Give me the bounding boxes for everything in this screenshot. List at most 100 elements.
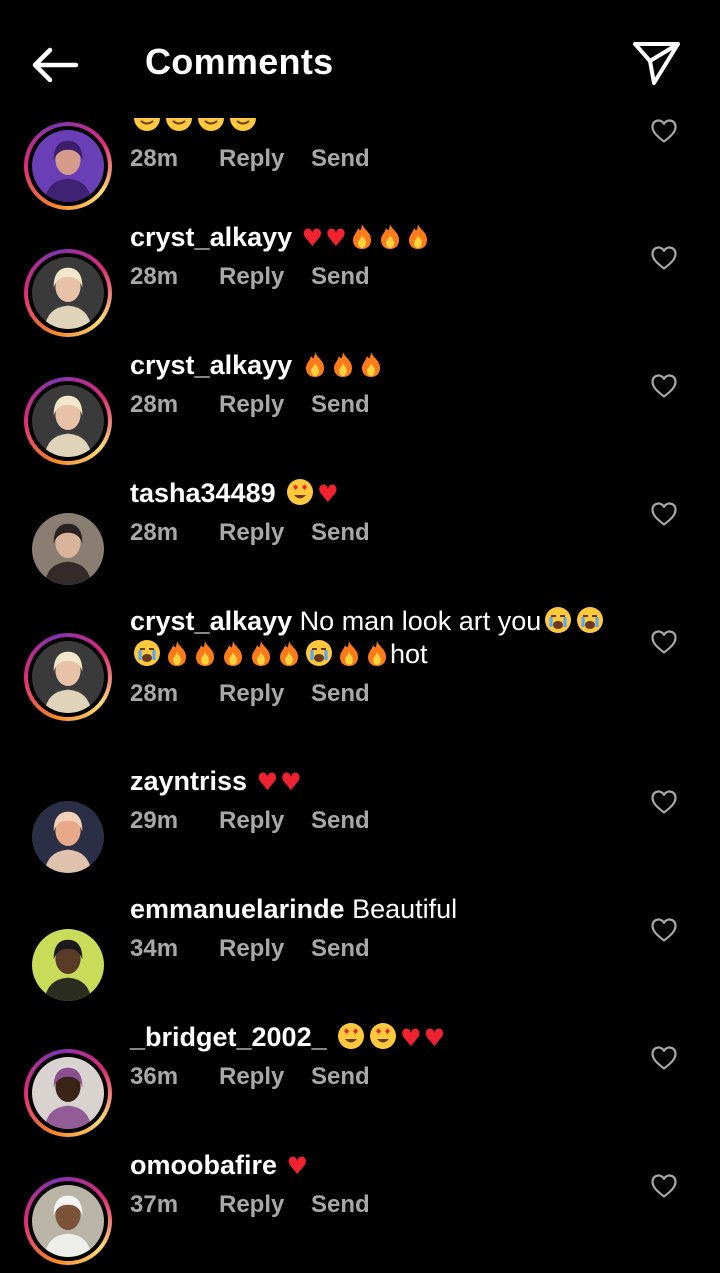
avatar[interactable] bbox=[24, 633, 112, 721]
like-button[interactable] bbox=[650, 629, 678, 655]
send-button[interactable]: Send bbox=[311, 806, 370, 836]
reply-button[interactable]: Reply bbox=[219, 806, 311, 836]
comment-meta: 34m Reply Send bbox=[130, 934, 620, 964]
fire-emoji-icon bbox=[336, 639, 362, 670]
reply-button[interactable]: Reply bbox=[219, 1190, 311, 1220]
comment-body: No man look art you bbox=[299, 606, 542, 636]
reply-button[interactable]: Reply bbox=[219, 390, 311, 420]
heart-eyes-emoji-icon bbox=[336, 1021, 366, 1053]
reply-button[interactable]: Reply bbox=[219, 144, 311, 174]
heart-emoji-icon: ♥ bbox=[286, 1152, 309, 1180]
comment-content: cryst_alkayy 28m Reply Send bbox=[130, 349, 620, 420]
comment-username[interactable]: cryst_alkayy bbox=[130, 350, 292, 380]
send-button[interactable]: Send bbox=[311, 518, 370, 548]
reply-button[interactable]: Reply bbox=[219, 518, 311, 548]
comment-text-line: cryst_alkayy ♥♥ bbox=[130, 221, 620, 254]
comment-timestamp: 29m bbox=[130, 807, 179, 834]
comment-username[interactable]: cryst_alkayy bbox=[130, 606, 292, 636]
avatar-man-white-shirt-icon bbox=[32, 1185, 104, 1257]
fire-emoji-icon bbox=[302, 350, 328, 381]
comment-content: zayntriss ♥♥ 29m Reply Send bbox=[130, 765, 620, 836]
avatar[interactable] bbox=[24, 249, 112, 337]
like-button[interactable] bbox=[650, 1173, 678, 1199]
crying-emoji-icon bbox=[575, 605, 605, 637]
reply-button[interactable]: Reply bbox=[219, 1062, 311, 1092]
like-button[interactable] bbox=[650, 917, 678, 943]
comment-content: _bridget_2002_ ♥♥ 36m Reply Send bbox=[130, 1021, 620, 1092]
comment-username[interactable]: tasha34489 bbox=[130, 478, 276, 508]
avatar-woman-blonde-icon bbox=[32, 257, 104, 329]
avatar[interactable] bbox=[24, 1177, 112, 1265]
comment-username[interactable]: _bridget_2002_ bbox=[130, 1022, 327, 1052]
reply-button[interactable]: Reply bbox=[219, 679, 311, 709]
fire-emoji-icon bbox=[358, 350, 384, 381]
comment-body: hot bbox=[390, 639, 428, 669]
heart-emoji-icon: ♥ bbox=[301, 224, 324, 252]
fire-emoji-icon bbox=[192, 639, 218, 670]
back-button[interactable] bbox=[26, 40, 86, 90]
comment-username[interactable]: omoobafire bbox=[130, 1150, 277, 1180]
fire-emoji-icon bbox=[220, 639, 246, 670]
fire-emoji-icon bbox=[164, 639, 190, 670]
heart-emoji-icon: ♥ bbox=[317, 480, 339, 508]
send-button[interactable]: Send bbox=[311, 262, 370, 292]
reply-button[interactable]: Reply bbox=[219, 262, 311, 292]
comment-username[interactable]: cryst_alkayy bbox=[130, 222, 292, 252]
avatar[interactable] bbox=[32, 801, 104, 873]
comment-text-line: cryst_alkayy bbox=[130, 349, 620, 382]
share-button[interactable] bbox=[628, 36, 684, 88]
like-button[interactable] bbox=[650, 245, 678, 271]
avatar[interactable] bbox=[32, 513, 104, 585]
comment-timestamp: 28m bbox=[130, 680, 179, 707]
send-button[interactable]: Send bbox=[311, 934, 370, 964]
heart-outline-icon bbox=[651, 1174, 677, 1198]
comment-username[interactable]: emmanuelarinde bbox=[130, 894, 345, 924]
back-arrow-icon bbox=[32, 47, 79, 83]
comment-row: _bridget_2002_ ♥♥ 36m Reply Send bbox=[0, 1017, 720, 1145]
send-button[interactable]: Send bbox=[311, 679, 370, 709]
like-button[interactable] bbox=[650, 1045, 678, 1071]
heart-emoji-icon: ♥ bbox=[325, 224, 347, 252]
heart-outline-icon bbox=[651, 502, 677, 526]
comment-meta: 28m Reply Send bbox=[130, 262, 620, 292]
like-button[interactable] bbox=[650, 789, 678, 815]
avatar[interactable] bbox=[24, 122, 112, 210]
heart-emoji-icon: ♥ bbox=[400, 1024, 422, 1052]
comment-text-line: cryst_alkayy No man look art you bbox=[130, 605, 620, 638]
comment-content: cryst_alkayy ♥♥ 28m Reply Send bbox=[130, 221, 620, 292]
send-button[interactable]: Send bbox=[311, 390, 370, 420]
send-button[interactable]: Send bbox=[311, 1062, 370, 1092]
comment-meta: 28m Reply Send bbox=[130, 518, 620, 548]
heart-emoji-icon: ♥ bbox=[256, 768, 279, 796]
comment-timestamp: 28m bbox=[130, 145, 179, 172]
header-bar: Comments bbox=[0, 0, 720, 118]
comment-username[interactable]: zayntriss bbox=[130, 766, 247, 796]
comment-meta: 28m Reply Send bbox=[130, 679, 620, 709]
avatar-man-sunglasses-icon bbox=[32, 929, 104, 1001]
heart-outline-icon bbox=[651, 918, 677, 942]
send-button[interactable]: Send bbox=[311, 1190, 370, 1220]
avatar[interactable] bbox=[24, 377, 112, 465]
like-button[interactable] bbox=[650, 373, 678, 399]
like-button[interactable] bbox=[650, 501, 678, 527]
reply-button[interactable]: Reply bbox=[219, 934, 311, 964]
comment-row: emmanuelarinde Beautiful 34m Reply Send bbox=[0, 889, 720, 1017]
comment-timestamp: 37m bbox=[130, 1191, 179, 1218]
comment-meta: 37m Reply Send bbox=[130, 1190, 620, 1220]
comment-timestamp: 28m bbox=[130, 519, 179, 546]
comment-meta: 28m Reply Send bbox=[130, 144, 620, 174]
fire-emoji-icon bbox=[330, 350, 356, 381]
heart-outline-icon bbox=[651, 374, 677, 398]
heart-outline-icon bbox=[651, 246, 677, 270]
avatar-man-standing-icon bbox=[32, 801, 104, 873]
avatar[interactable] bbox=[24, 1049, 112, 1137]
avatar[interactable] bbox=[32, 929, 104, 1001]
comment-meta: 29m Reply Send bbox=[130, 806, 620, 836]
avatar-purple-cartoon-icon bbox=[32, 130, 104, 202]
like-button[interactable] bbox=[650, 118, 678, 144]
comment-row: zayntriss ♥♥ 29m Reply Send bbox=[0, 761, 720, 889]
fire-emoji-icon bbox=[364, 639, 390, 670]
avatar-woman-headwrap-icon bbox=[32, 1057, 104, 1129]
comment-row: cryst_alkayy 28m Reply Send bbox=[0, 345, 720, 473]
send-button[interactable]: Send bbox=[311, 144, 370, 174]
